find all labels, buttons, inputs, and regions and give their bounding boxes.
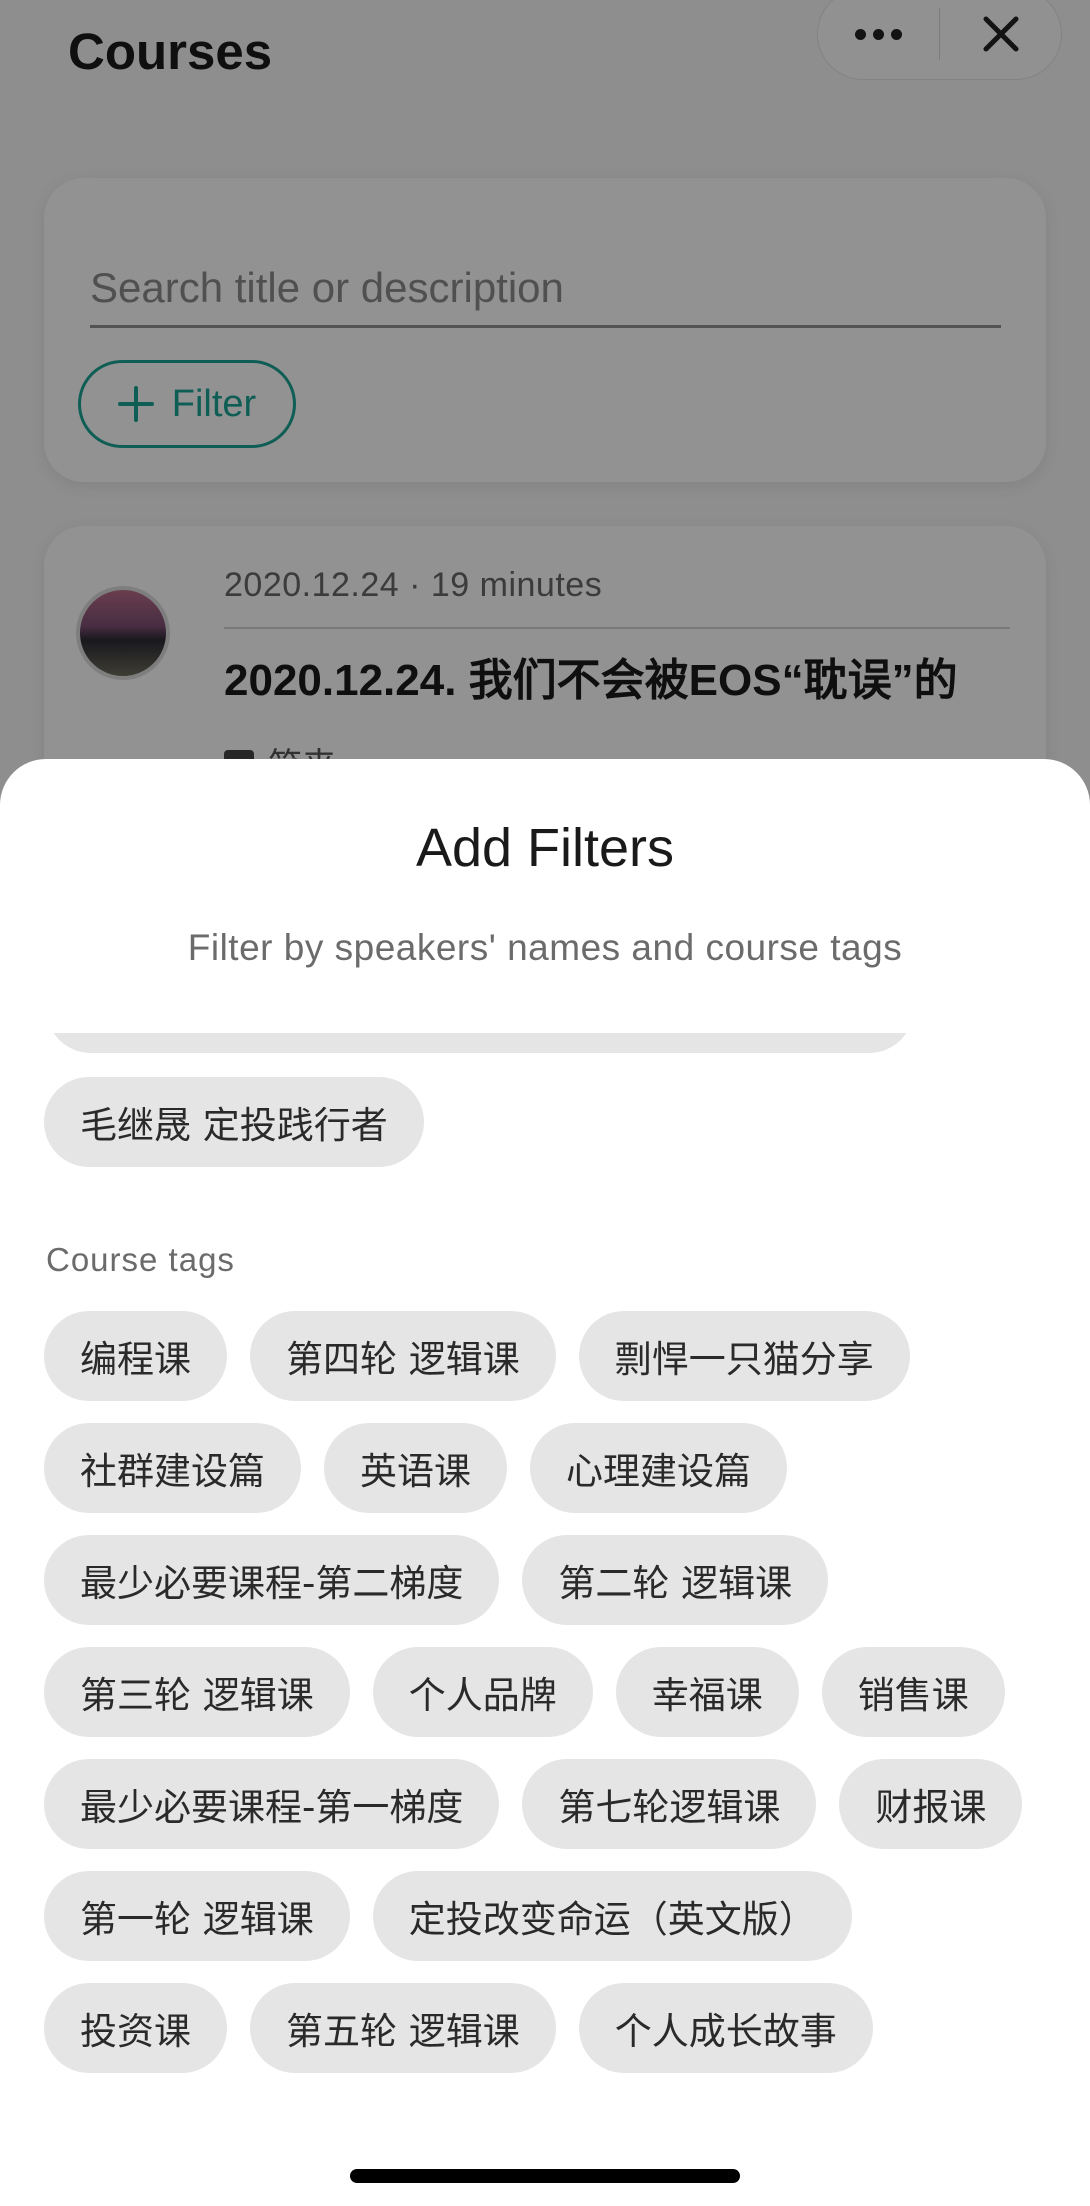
course-tag-chip[interactable]: 心理建设篇 — [530, 1423, 787, 1513]
sheet-title: Add Filters — [415, 818, 675, 878]
course-tag-chip[interactable]: 个人品牌 — [372, 1647, 593, 1737]
course-tags-list: 编程课 第四轮 逻辑课 剽悍一只猫分享 社群建设篇 英语课 心理建设篇 最少必要… — [44, 1311, 1054, 2073]
course-tag-chip[interactable]: 英语课 — [324, 1423, 507, 1513]
course-tag-chip[interactable]: 个人成长故事 — [578, 1983, 873, 2073]
course-tags-label: Course tags — [46, 1241, 235, 1278]
course-tag-chip[interactable]: 投资课 — [44, 1983, 227, 2073]
filter-scroll-area[interactable]: 毛继晟 定投践行者 Course tags 编程课 第四轮 逻辑课 剽悍一只猫分… — [0, 1033, 1090, 2206]
course-tag-chip[interactable]: 幸福课 — [615, 1647, 799, 1737]
course-tag-chip[interactable]: 最少必要课程-第二梯度 — [44, 1535, 500, 1625]
page: Courses Filter 2020.12.24 · 19 minutes 2… — [0, 0, 1090, 2206]
course-tag-chip[interactable]: 社群建设篇 — [44, 1423, 301, 1513]
course-tag-chip[interactable]: 第二轮 逻辑课 — [522, 1535, 829, 1625]
course-tag-chip[interactable]: 销售课 — [821, 1647, 1005, 1737]
course-tag-chip[interactable]: 第五轮 逻辑课 — [250, 1983, 556, 2073]
speaker-chips: 毛继晟 定投践行者 — [44, 1077, 424, 1167]
home-indicator — [350, 2169, 740, 2183]
add-filters-sheet: Add Filters Filter by speakers' names an… — [0, 759, 1090, 2206]
course-tag-chip[interactable]: 第七轮逻辑课 — [522, 1759, 817, 1849]
course-tag-chip[interactable]: 第三轮 逻辑课 — [44, 1647, 350, 1737]
course-tag-chip[interactable]: 最少必要课程-第一梯度 — [44, 1759, 500, 1849]
course-tag-chip[interactable]: 第一轮 逻辑课 — [44, 1871, 350, 1961]
course-tag-chip[interactable]: 定投改变命运（英文版） — [372, 1871, 852, 1961]
speaker-chip-partial[interactable] — [46, 1033, 914, 1053]
course-tag-chip[interactable]: 剽悍一只猫分享 — [578, 1311, 910, 1401]
speaker-chip[interactable]: 毛继晟 定投践行者 — [44, 1077, 424, 1167]
course-tag-chip[interactable]: 财报课 — [839, 1759, 1023, 1849]
sheet-subtitle: Filter by speakers' names and course tag… — [187, 927, 903, 968]
course-tag-chip[interactable]: 编程课 — [44, 1311, 227, 1401]
course-tag-chip[interactable]: 第四轮 逻辑课 — [250, 1311, 556, 1401]
